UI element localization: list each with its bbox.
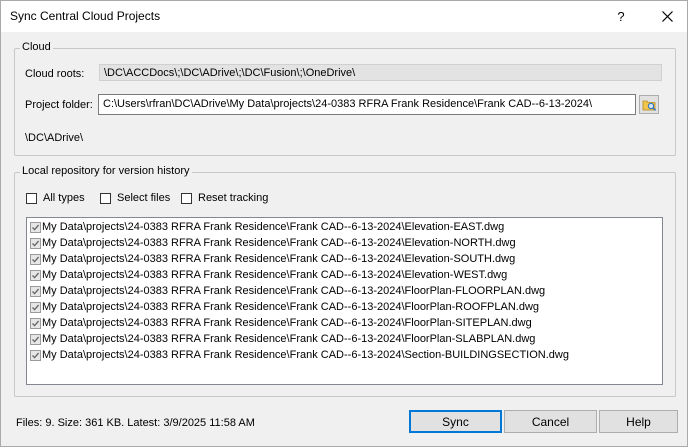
list-item[interactable]: My Data\projects\24-0383 RFRA Frank Resi…	[30, 267, 507, 283]
cloud-legend: Cloud	[20, 41, 53, 53]
file-path: My Data\projects\24-0383 RFRA Frank Resi…	[42, 285, 546, 297]
checkbox-label: Select files	[117, 192, 171, 204]
checkmark-icon	[32, 288, 40, 295]
file-path: My Data\projects\24-0383 RFRA Frank Resi…	[42, 317, 532, 329]
close-button[interactable]	[647, 1, 687, 32]
file-checkbox[interactable]	[30, 253, 41, 265]
checkmark-icon	[32, 320, 40, 327]
all-types-checkbox[interactable]: All types	[26, 192, 85, 204]
help-button[interactable]: Help	[599, 410, 678, 433]
local-repo-legend: Local repository for version history	[20, 165, 192, 177]
file-checkbox[interactable]	[30, 317, 41, 329]
file-path: My Data\projects\24-0383 RFRA Frank Resi…	[42, 269, 508, 281]
project-folder-input[interactable]: C:\Users\rfran\DC\ADrive\My Data\project…	[98, 94, 636, 115]
sync-dialog: Sync Central Cloud Projects ? Cloud Clou…	[0, 0, 688, 447]
list-item[interactable]: My Data\projects\24-0383 RFRA Frank Resi…	[30, 347, 569, 363]
checkmark-icon	[32, 336, 40, 343]
list-item[interactable]: My Data\projects\24-0383 RFRA Frank Resi…	[30, 283, 545, 299]
checkbox-box[interactable]	[100, 192, 111, 204]
title-bar: Sync Central Cloud Projects ?	[1, 1, 687, 32]
list-item[interactable]: My Data\projects\24-0383 RFRA Frank Resi…	[30, 299, 539, 315]
list-item[interactable]: My Data\projects\24-0383 RFRA Frank Resi…	[30, 251, 515, 267]
list-item[interactable]: My Data\projects\24-0383 RFRA Frank Resi…	[30, 315, 532, 331]
file-path: My Data\projects\24-0383 RFRA Frank Resi…	[42, 253, 516, 265]
drive-path-text: \DC\ADrive\	[25, 132, 84, 144]
window-title: Sync Central Cloud Projects	[10, 9, 161, 23]
select-files-checkbox[interactable]: Select files	[100, 192, 170, 204]
file-path: My Data\projects\24-0383 RFRA Frank Resi…	[42, 221, 505, 233]
title-help-button[interactable]: ?	[601, 1, 641, 32]
file-checkbox[interactable]	[30, 349, 41, 361]
file-checkbox[interactable]	[30, 301, 41, 313]
checkbox-label: All types	[43, 192, 85, 204]
checkmark-icon	[32, 240, 40, 247]
file-checkbox[interactable]	[30, 221, 41, 233]
checkmark-icon	[32, 304, 40, 311]
list-item[interactable]: My Data\projects\24-0383 RFRA Frank Resi…	[30, 219, 504, 235]
file-path: My Data\projects\24-0383 RFRA Frank Resi…	[42, 301, 540, 313]
cancel-button[interactable]: Cancel	[504, 410, 597, 433]
file-checkbox[interactable]	[30, 237, 41, 249]
checkmark-icon	[32, 352, 40, 359]
browse-folder-button[interactable]	[639, 95, 659, 114]
checkbox-label: Reset tracking	[198, 192, 269, 204]
file-path: My Data\projects\24-0383 RFRA Frank Resi…	[42, 349, 569, 361]
checkmark-icon	[32, 224, 40, 231]
cloud-roots-label: Cloud roots:	[25, 68, 85, 80]
help-glyph: ?	[617, 9, 625, 24]
file-checkbox[interactable]	[30, 333, 41, 345]
status-text: Files: 9. Size: 361 KB. Latest: 3/9/2025…	[16, 417, 255, 429]
checkbox-box[interactable]	[181, 192, 192, 204]
list-item[interactable]: My Data\projects\24-0383 RFRA Frank Resi…	[30, 235, 516, 251]
file-path: My Data\projects\24-0383 RFRA Frank Resi…	[42, 237, 516, 249]
file-path: My Data\projects\24-0383 RFRA Frank Resi…	[42, 333, 536, 345]
checkbox-box[interactable]	[26, 192, 37, 204]
close-icon	[661, 11, 673, 22]
sync-button[interactable]: Sync	[409, 410, 502, 433]
file-checkbox[interactable]	[30, 285, 41, 297]
project-folder-label: Project folder:	[25, 99, 93, 111]
file-checkbox[interactable]	[30, 269, 41, 281]
folder-browse-icon	[642, 100, 656, 111]
reset-tracking-checkbox[interactable]: Reset tracking	[181, 192, 268, 204]
checkmark-icon	[32, 256, 40, 263]
list-item[interactable]: My Data\projects\24-0383 RFRA Frank Resi…	[30, 331, 535, 347]
cloud-roots-field: \DC\ACCDocs\;\DC\ADrive\;\DC\Fusion\;\On…	[99, 64, 662, 81]
file-list[interactable]: My Data\projects\24-0383 RFRA Frank Resi…	[26, 217, 663, 385]
checkmark-icon	[32, 272, 40, 279]
